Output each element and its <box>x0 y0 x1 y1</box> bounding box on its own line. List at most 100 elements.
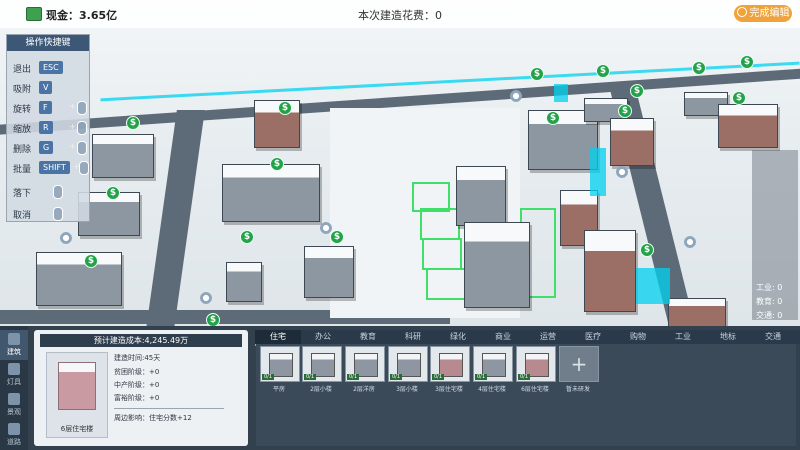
building <box>610 118 654 166</box>
building-option[interactable]: 0/1 <box>430 346 470 382</box>
income-icon: $ <box>240 230 254 244</box>
tab-medical[interactable]: 医疗 <box>570 330 616 344</box>
building-option[interactable]: 0/1 <box>302 346 342 382</box>
build-mode-nav: 建筑 灯具 景观 道路 <box>0 326 28 450</box>
pool <box>554 84 568 102</box>
income-icon: $ <box>618 104 632 118</box>
pool <box>636 268 670 304</box>
pool <box>590 148 606 196</box>
building-option[interactable]: 0/1 <box>473 346 513 382</box>
building <box>584 230 636 312</box>
income-icon: $ <box>84 254 98 268</box>
building <box>254 100 300 148</box>
plus-icon: + <box>570 352 588 376</box>
tab-shopping[interactable]: 购物 <box>615 330 661 344</box>
selected-building <box>464 222 530 308</box>
divider <box>114 408 224 409</box>
building-option-label: 2层洋房 <box>353 386 375 393</box>
lamp-icon <box>8 363 20 375</box>
mouse-icon <box>53 207 63 221</box>
hotkey-label: 缩放 <box>13 125 32 135</box>
placement-grid-cell <box>422 238 462 270</box>
tab-office[interactable]: 办公 <box>300 330 346 344</box>
nav-lamps[interactable]: 灯具 <box>0 360 28 390</box>
build-time: 建造时间:45天 <box>114 354 161 362</box>
income-icon: $ <box>640 243 654 257</box>
finish-editing-label: 完成编辑 <box>749 8 790 19</box>
income-icon: $ <box>740 55 754 69</box>
hotkey-label: 取消 <box>13 211 32 221</box>
nav-label: 景观 <box>7 408 21 416</box>
mouse-icon <box>53 185 63 199</box>
income-icon: $ <box>596 64 610 78</box>
landscape-icon <box>8 393 20 405</box>
traffic-stat: 交通: 0 <box>756 311 783 320</box>
hotkey-key: F <box>39 101 52 114</box>
placement-grid-cell <box>426 268 466 300</box>
nav-label: 灯具 <box>7 378 21 386</box>
road-icon <box>8 423 20 435</box>
tab-traffic[interactable]: 交通 <box>750 330 796 344</box>
nav-landscape[interactable]: 景观 <box>0 390 28 420</box>
building-preview-image <box>58 362 96 410</box>
locked-building-option: + <box>559 346 599 382</box>
hotkey-label: 落下 <box>13 189 32 199</box>
estimated-cost: 预计建造成本:4,245.49万 <box>40 334 242 347</box>
building-option-label: 3层小楼 <box>396 386 418 393</box>
building-icon <box>8 333 20 345</box>
mouse-icon <box>77 121 87 135</box>
plus-icon: + <box>69 122 76 131</box>
building <box>222 164 320 222</box>
tab-operation[interactable]: 运营 <box>525 330 571 344</box>
count-badge: 0/1 <box>262 374 275 380</box>
tab-commerce[interactable]: 商业 <box>480 330 526 344</box>
hotkey-key: R <box>39 121 53 134</box>
plus-icon: + <box>69 102 76 111</box>
nav-building[interactable]: 建筑 <box>0 330 28 360</box>
mouse-icon <box>77 141 87 155</box>
building <box>304 246 354 298</box>
building-option[interactable]: 0/1 <box>260 346 300 382</box>
building-option-label: 暂未研发 <box>565 386 590 393</box>
tree <box>616 166 628 178</box>
count-badge: 0/1 <box>518 374 531 380</box>
income-icon: $ <box>546 111 560 125</box>
building-option-label: 3层住宅楼 <box>435 386 463 393</box>
tree <box>200 292 212 304</box>
tab-research[interactable]: 科研 <box>390 330 436 344</box>
hotkeys-panel: 操作快捷键 退出 ESC 吸附 V 旋转 F + 缩放 R + 删除 G + 批… <box>6 34 90 222</box>
tab-education[interactable]: 教育 <box>345 330 391 344</box>
count-badge: 0/1 <box>475 374 488 380</box>
plus-icon: + <box>69 142 76 151</box>
nav-roads[interactable]: 道路 <box>0 420 28 450</box>
income-icon: $ <box>732 91 746 105</box>
income-icon: $ <box>106 186 120 200</box>
finish-editing-button[interactable]: 完成编辑 <box>734 5 792 22</box>
building-option[interactable]: 0/1 <box>388 346 428 382</box>
tab-landmark[interactable]: 地标 <box>705 330 751 344</box>
building-option-label: 2层小楼 <box>310 386 332 393</box>
building-option[interactable]: 0/1 <box>345 346 385 382</box>
rich-class: 富裕阶级：+0 <box>114 394 160 402</box>
tree <box>684 236 696 248</box>
building <box>36 252 122 306</box>
tab-greening[interactable]: 绿化 <box>435 330 481 344</box>
income-icon: $ <box>630 84 644 98</box>
hotkey-label: 吸附 <box>13 85 32 95</box>
hotkey-key: V <box>39 81 53 94</box>
count-badge: 0/1 <box>347 374 360 380</box>
building-option-label: 6层住宅楼 <box>521 386 549 393</box>
building-option-label: 4层住宅楼 <box>478 386 506 393</box>
nav-label: 建筑 <box>7 348 21 356</box>
count-badge: 0/1 <box>390 374 403 380</box>
building-option-selected[interactable]: 0/1 <box>516 346 556 382</box>
mouse-icon <box>79 161 89 175</box>
building <box>226 262 262 302</box>
middle-class: 中产阶级：+0 <box>114 381 160 389</box>
hotkey-key: SHIFT <box>39 161 70 174</box>
tree <box>60 232 72 244</box>
hotkey-label: 批量 <box>13 165 32 175</box>
hotkey-label: 删除 <box>13 145 32 155</box>
tab-industry[interactable]: 工业 <box>660 330 706 344</box>
surrounding-effect: 周边影响：住宅分数+12 <box>114 414 192 422</box>
